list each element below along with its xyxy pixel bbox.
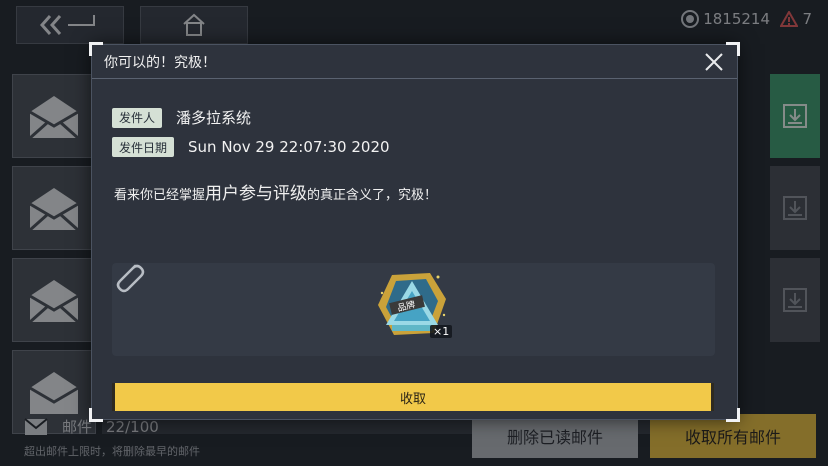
sender-row: 发件人 潘多拉系统 xyxy=(112,107,251,128)
close-button[interactable] xyxy=(703,51,725,73)
mail-body: 看来你已经掌握用户参与评级的真正含义了，究极！ xyxy=(114,179,437,204)
sender-label: 发件人 xyxy=(112,107,163,128)
date-label: 发件日期 xyxy=(112,137,175,157)
frame-corner xyxy=(89,408,103,422)
dialog-title: 你可以的！究极！ xyxy=(104,54,216,71)
paperclip-icon xyxy=(108,257,148,297)
body-prefix: 看来你已经掌握 xyxy=(114,188,206,203)
reward-quantity: ×1 xyxy=(430,325,453,338)
mail-detail-dialog: 你可以的！究极！ 发件人 潘多拉系统 发件日期 Sun Nov 29 22:07… xyxy=(89,42,740,422)
date-value: Sun Nov 29 22:07:30 2020 xyxy=(188,138,390,156)
close-icon xyxy=(705,53,723,71)
collect-button[interactable]: 收取 xyxy=(112,383,714,411)
dialog-header: 你可以的！究极！ xyxy=(92,45,737,79)
date-row: 发件日期 Sun Nov 29 22:07:30 2020 xyxy=(112,137,390,157)
body-suffix: 的真正含义了，究极！ xyxy=(307,188,438,203)
frame-corner xyxy=(726,408,740,422)
body-emphasis: 用户参与评级 xyxy=(205,184,308,204)
sender-value: 潘多拉系统 xyxy=(176,109,252,127)
